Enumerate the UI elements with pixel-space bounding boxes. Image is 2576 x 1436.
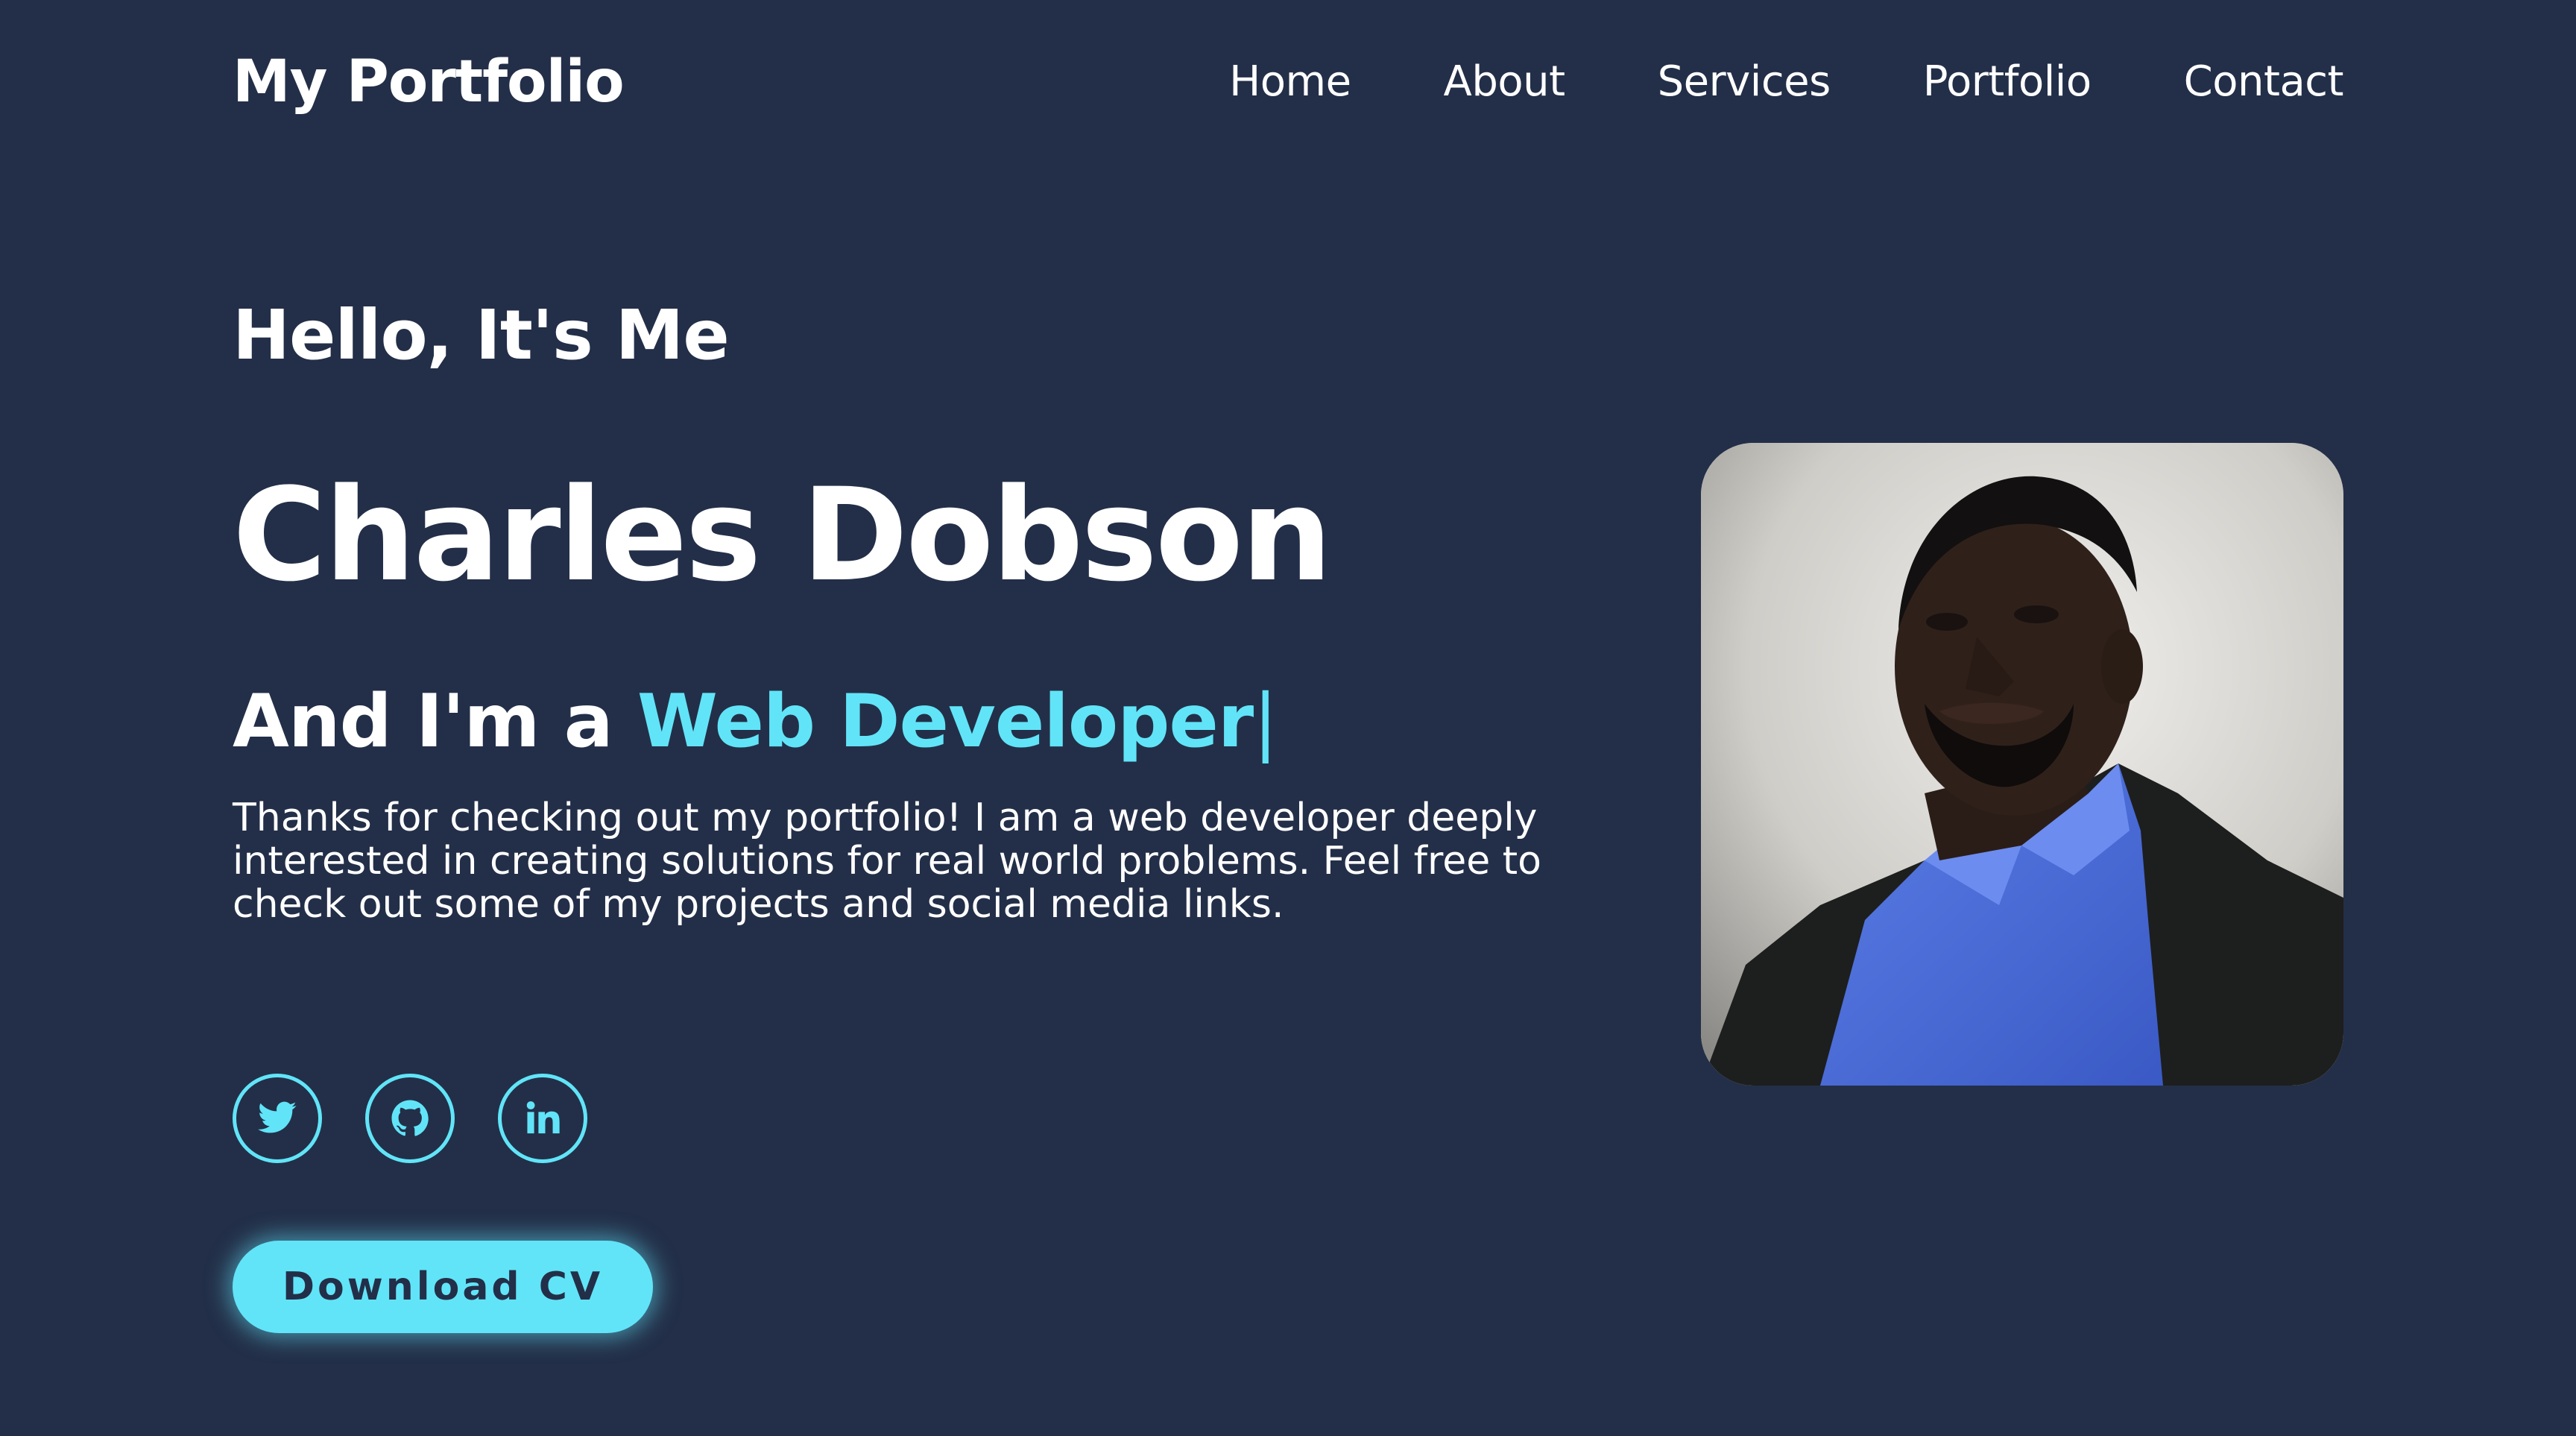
social-links bbox=[233, 1074, 587, 1163]
nav-portfolio[interactable]: Portfolio bbox=[1923, 45, 2092, 119]
profile-photo bbox=[1701, 443, 2343, 1086]
download-cv-button[interactable]: Download CV bbox=[233, 1241, 653, 1333]
twitter-link[interactable] bbox=[233, 1074, 322, 1163]
hero-bio: Thanks for checking out my portfolio! I … bbox=[233, 796, 1541, 927]
role-highlight: Web Developer bbox=[637, 679, 1254, 764]
typing-cursor: | bbox=[1253, 679, 1278, 764]
nav-contact[interactable]: Contact bbox=[2184, 45, 2344, 119]
hero-role: And I'm a Web Developer| bbox=[233, 670, 1649, 774]
site-header: My Portfolio Home About Services Portfol… bbox=[233, 45, 2344, 119]
main-nav: Home About Services Portfolio Contact bbox=[1229, 45, 2343, 119]
nav-home[interactable]: Home bbox=[1229, 45, 1351, 119]
hero-section: Hello, It's Me Charles Dobson And I'm a … bbox=[233, 283, 1649, 926]
hero-greeting: Hello, It's Me bbox=[233, 295, 730, 375]
linkedin-link[interactable] bbox=[498, 1074, 587, 1163]
twitter-icon bbox=[258, 1101, 297, 1133]
nav-about[interactable]: About bbox=[1444, 45, 1566, 119]
github-icon bbox=[391, 1100, 429, 1136]
linkedin-icon bbox=[526, 1101, 560, 1134]
github-link[interactable] bbox=[365, 1074, 455, 1163]
profile-portrait bbox=[1701, 443, 2343, 1086]
hero-name: Charles Dobson bbox=[233, 460, 1333, 610]
role-prefix: And I'm a bbox=[233, 679, 637, 764]
site-logo[interactable]: My Portfolio bbox=[233, 45, 625, 119]
nav-services[interactable]: Services bbox=[1658, 45, 1831, 119]
